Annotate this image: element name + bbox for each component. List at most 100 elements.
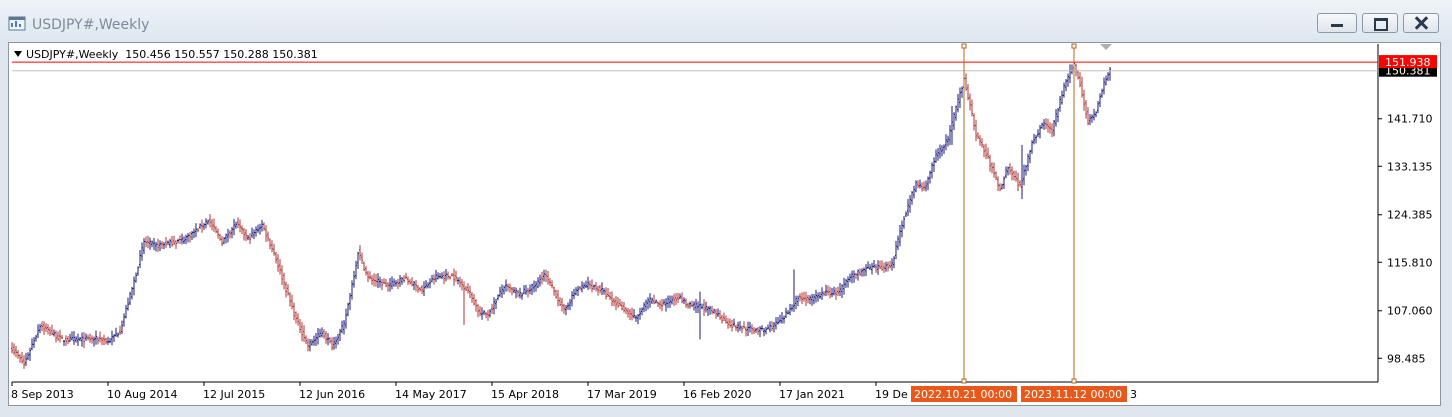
- price-bar: [489, 309, 491, 318]
- price-bar: [183, 236, 185, 245]
- price-bar: [651, 297, 653, 304]
- price-bar: [553, 286, 555, 296]
- price-bar: [887, 261, 889, 272]
- price-bar: [219, 233, 221, 241]
- price-bar: [479, 306, 481, 317]
- price-bar: [419, 287, 421, 292]
- price-bar: [447, 271, 449, 280]
- price-bar: [1109, 67, 1111, 81]
- price-bar: [753, 327, 755, 335]
- price-bar: [73, 331, 75, 345]
- price-bar: [189, 232, 191, 243]
- price-bar: [783, 315, 785, 324]
- price-bar: [47, 324, 49, 335]
- vline-handle-icon: [961, 43, 967, 49]
- price-bar: [303, 325, 305, 342]
- price-bar: [719, 310, 721, 320]
- price-bar: [573, 288, 575, 300]
- price-bar: [981, 138, 983, 148]
- price-bar: [175, 240, 177, 249]
- price-bar: [77, 333, 79, 346]
- price-bar: [835, 287, 837, 300]
- price-bar: [983, 144, 985, 158]
- price-bar: [193, 228, 195, 239]
- price-bar: [857, 269, 859, 281]
- price-bar: [379, 276, 381, 288]
- price-bar: [365, 266, 367, 276]
- price-bar: [605, 287, 607, 300]
- price-bar: [837, 286, 839, 296]
- dropdown-triangle-icon[interactable]: [14, 51, 22, 57]
- price-bar: [919, 179, 921, 189]
- price-bar: [631, 307, 633, 321]
- price-bar: [925, 180, 927, 192]
- price-bar: [223, 237, 225, 245]
- price-bar: [477, 304, 479, 318]
- price-bar: [95, 330, 97, 345]
- price-bar: [315, 333, 317, 347]
- price-bar: [621, 301, 623, 311]
- price-bar: [727, 318, 729, 329]
- price-bar: [361, 252, 363, 264]
- price-bar: [795, 295, 797, 310]
- price-bar: [555, 289, 557, 299]
- price-bar: [11, 342, 13, 354]
- price-bar: [959, 87, 961, 108]
- price-bar: [549, 278, 551, 286]
- price-bar: [425, 280, 427, 289]
- price-bar: [775, 317, 777, 330]
- price-bar: [509, 283, 511, 293]
- price-bar: [511, 286, 513, 296]
- price-bar: [15, 345, 17, 358]
- price-bar: [1057, 108, 1059, 123]
- price-bar: [877, 260, 879, 275]
- price-bar: [289, 292, 291, 307]
- price-bar: [393, 278, 395, 287]
- price-bar: [559, 297, 561, 307]
- price-bar: [279, 259, 281, 275]
- y-tick-label: 107.060: [1387, 305, 1433, 318]
- price-bar: [149, 237, 151, 250]
- price-bar: [827, 285, 829, 296]
- price-bar: [319, 328, 321, 338]
- price-bar: [647, 297, 649, 310]
- price-bar: [1101, 88, 1103, 98]
- price-bar: [285, 281, 287, 298]
- price-bar: [371, 275, 373, 285]
- price-bar: [405, 272, 407, 280]
- price-bar: [1003, 176, 1005, 190]
- price-bar: [901, 220, 903, 238]
- price-bar: [791, 304, 793, 312]
- price-bar: [117, 332, 119, 338]
- vline-time-label: 2022.10.21 00:00: [914, 388, 1012, 401]
- price-bar: [977, 132, 979, 140]
- price-bar: [247, 235, 249, 241]
- price-bar: [101, 336, 103, 346]
- price-bar: [65, 335, 67, 347]
- price-bar: [491, 303, 493, 314]
- price-bar: [973, 113, 975, 131]
- price-bar: [401, 276, 403, 285]
- price-bar: [717, 308, 719, 317]
- price-bar: [879, 260, 881, 270]
- price-bar: [423, 281, 425, 297]
- price-bar: [507, 283, 509, 292]
- price-bar: [213, 218, 215, 232]
- price-bar: [697, 301, 699, 314]
- price-bar: [603, 288, 605, 295]
- price-bar: [909, 195, 911, 213]
- price-bar: [111, 330, 113, 346]
- price-bar: [931, 162, 933, 179]
- price-bar: [1095, 111, 1097, 118]
- price-bar: [331, 337, 333, 351]
- price-bar: [773, 322, 775, 333]
- y-tick-label: 98.485: [1387, 352, 1426, 365]
- price-bar: [469, 285, 471, 299]
- price-bar: [453, 268, 455, 286]
- price-bar: [1081, 76, 1083, 98]
- price-bar: [759, 326, 761, 338]
- price-bar: [217, 228, 219, 239]
- price-bar: [515, 287, 517, 299]
- price-bar: [127, 297, 129, 311]
- price-bar: [811, 293, 813, 306]
